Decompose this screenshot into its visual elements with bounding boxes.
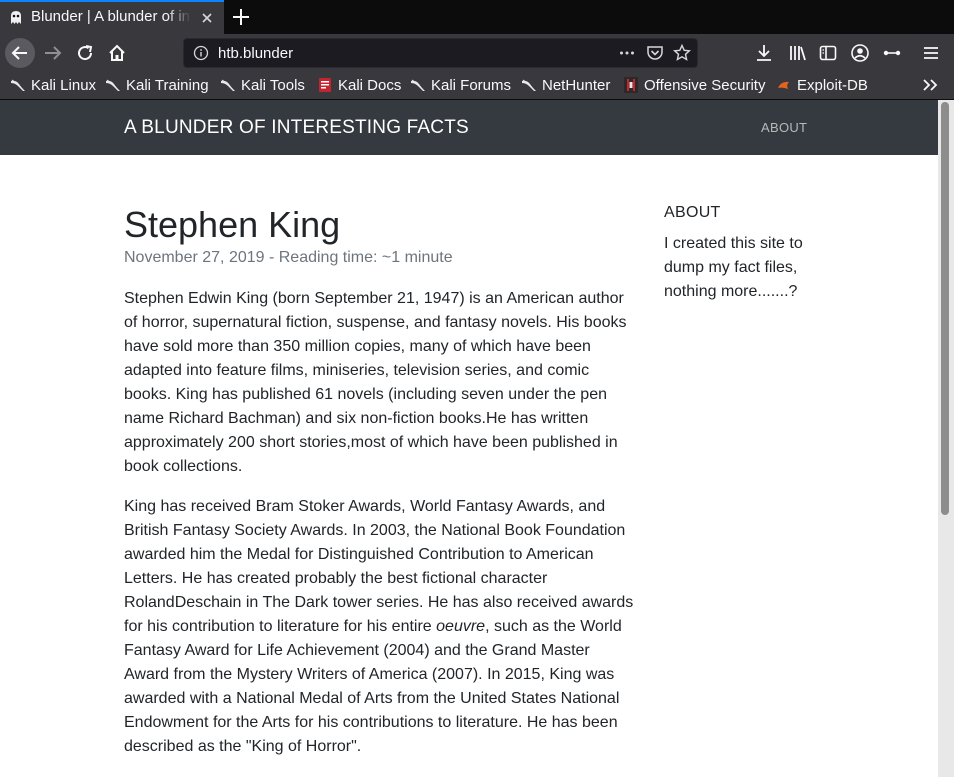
back-arrow-icon[interactable] [5, 38, 35, 68]
bookmark-label: Kali Training [126, 76, 209, 94]
bookmark-kali-docs[interactable]: Kali Docs [317, 76, 401, 94]
page-actions-icon[interactable] [618, 44, 636, 62]
post-meta: November 27, 2019 - Reading time: ~1 min… [124, 249, 453, 266]
bookmark-label: Kali Tools [241, 76, 305, 94]
info-icon[interactable] [193, 45, 209, 61]
bookmark-exploit-db[interactable]: Exploit-DB [776, 76, 868, 94]
reload-icon[interactable] [70, 38, 100, 68]
pocket-icon[interactable] [646, 44, 664, 62]
kali-dragon-icon [221, 79, 235, 91]
sidebar-toggle-icon[interactable] [818, 43, 838, 63]
bookmark-label: Kali Linux [31, 76, 97, 94]
forward-arrow-icon[interactable] [38, 38, 68, 68]
home-icon[interactable] [102, 38, 132, 68]
bookmark-kali-linux[interactable]: Kali Linux [10, 76, 96, 94]
ghost-favicon-icon [8, 10, 24, 26]
tab-title: Blunder | A blunder of interesting facts [31, 8, 191, 25]
offsec-icon [624, 77, 638, 93]
kali-docs-icon [319, 78, 331, 92]
download-icon[interactable] [754, 43, 774, 63]
hamburger-menu-icon[interactable] [921, 43, 941, 63]
exploitdb-icon [778, 81, 789, 89]
sidebar-text: I created this site to dump my fact file… [664, 235, 803, 300]
site-navbar: A BLUNDER OF INTERESTING FACTS ABOUT [0, 100, 938, 155]
new-tab-plus-icon[interactable] [230, 6, 252, 28]
bookmark-kali-tools[interactable]: Kali Tools [220, 76, 305, 94]
nav-about-link[interactable]: ABOUT [761, 120, 807, 135]
bookmark-kali-training[interactable]: Kali Training [105, 76, 209, 94]
post-paragraph-1: Stephen Edwin King (born September 21, 1… [124, 290, 627, 475]
bookmark-nethunter[interactable]: NetHunter [521, 76, 610, 94]
bookmark-label: Offensive Security [644, 76, 766, 94]
url-bar[interactable]: htb.blunder [183, 38, 698, 68]
site-brand[interactable]: A BLUNDER OF INTERESTING FACTS [124, 117, 469, 139]
kali-dragon-icon [106, 79, 120, 91]
scrollbar-thumb[interactable] [941, 102, 949, 515]
post-title[interactable]: Stephen King [124, 204, 636, 246]
account-icon[interactable] [850, 43, 870, 63]
url-text[interactable]: htb.blunder [218, 45, 293, 62]
sidebar-title: ABOUT [664, 204, 721, 221]
paragraph-text: King has received Bram Stoker Awards, Wo… [124, 498, 634, 635]
paragraph-text: , such as the World Fantasy Award for Li… [124, 618, 622, 755]
bookmark-offensive-security[interactable]: Offensive Security [623, 76, 765, 94]
bookmark-label: NetHunter [542, 76, 611, 94]
library-icon[interactable] [788, 43, 808, 63]
emphasis-oeuvre: oeuvre [436, 618, 486, 635]
bookmark-kali-forums[interactable]: Kali Forums [410, 76, 511, 94]
kali-dragon-icon [522, 79, 536, 91]
kali-dragon-icon [11, 79, 25, 91]
bookmark-label: Exploit-DB [797, 76, 868, 94]
sidebar-about: ABOUT I created this site to dump my fac… [664, 202, 824, 304]
bookmark-label: Kali Docs [338, 76, 402, 94]
bookmark-label: Kali Forums [431, 76, 512, 94]
close-icon[interactable] [198, 9, 216, 27]
post-paragraph-2: King has received Bram Stoker Awards, Wo… [124, 495, 636, 759]
vertical-scrollbar[interactable] [938, 100, 954, 777]
bookmark-star-icon[interactable] [672, 43, 692, 62]
tab-blunder[interactable]: Blunder | A blunder of interesting facts [0, 0, 224, 34]
chevron-double-right-icon[interactable] [920, 76, 940, 94]
extension-icon[interactable] [882, 43, 902, 63]
navigation-toolbar: htb.blunder [0, 34, 954, 72]
tab-strip: Blunder | A blunder of interesting facts [0, 0, 954, 34]
kali-dragon-icon [411, 79, 425, 91]
page-viewport: A BLUNDER OF INTERESTING FACTS ABOUT Ste… [0, 100, 938, 777]
post-article: Stephen King November 27, 2019 - Reading… [124, 204, 636, 759]
bookmarks-toolbar: Kali Linux Kali Training Kali Tools Kali… [0, 72, 954, 100]
